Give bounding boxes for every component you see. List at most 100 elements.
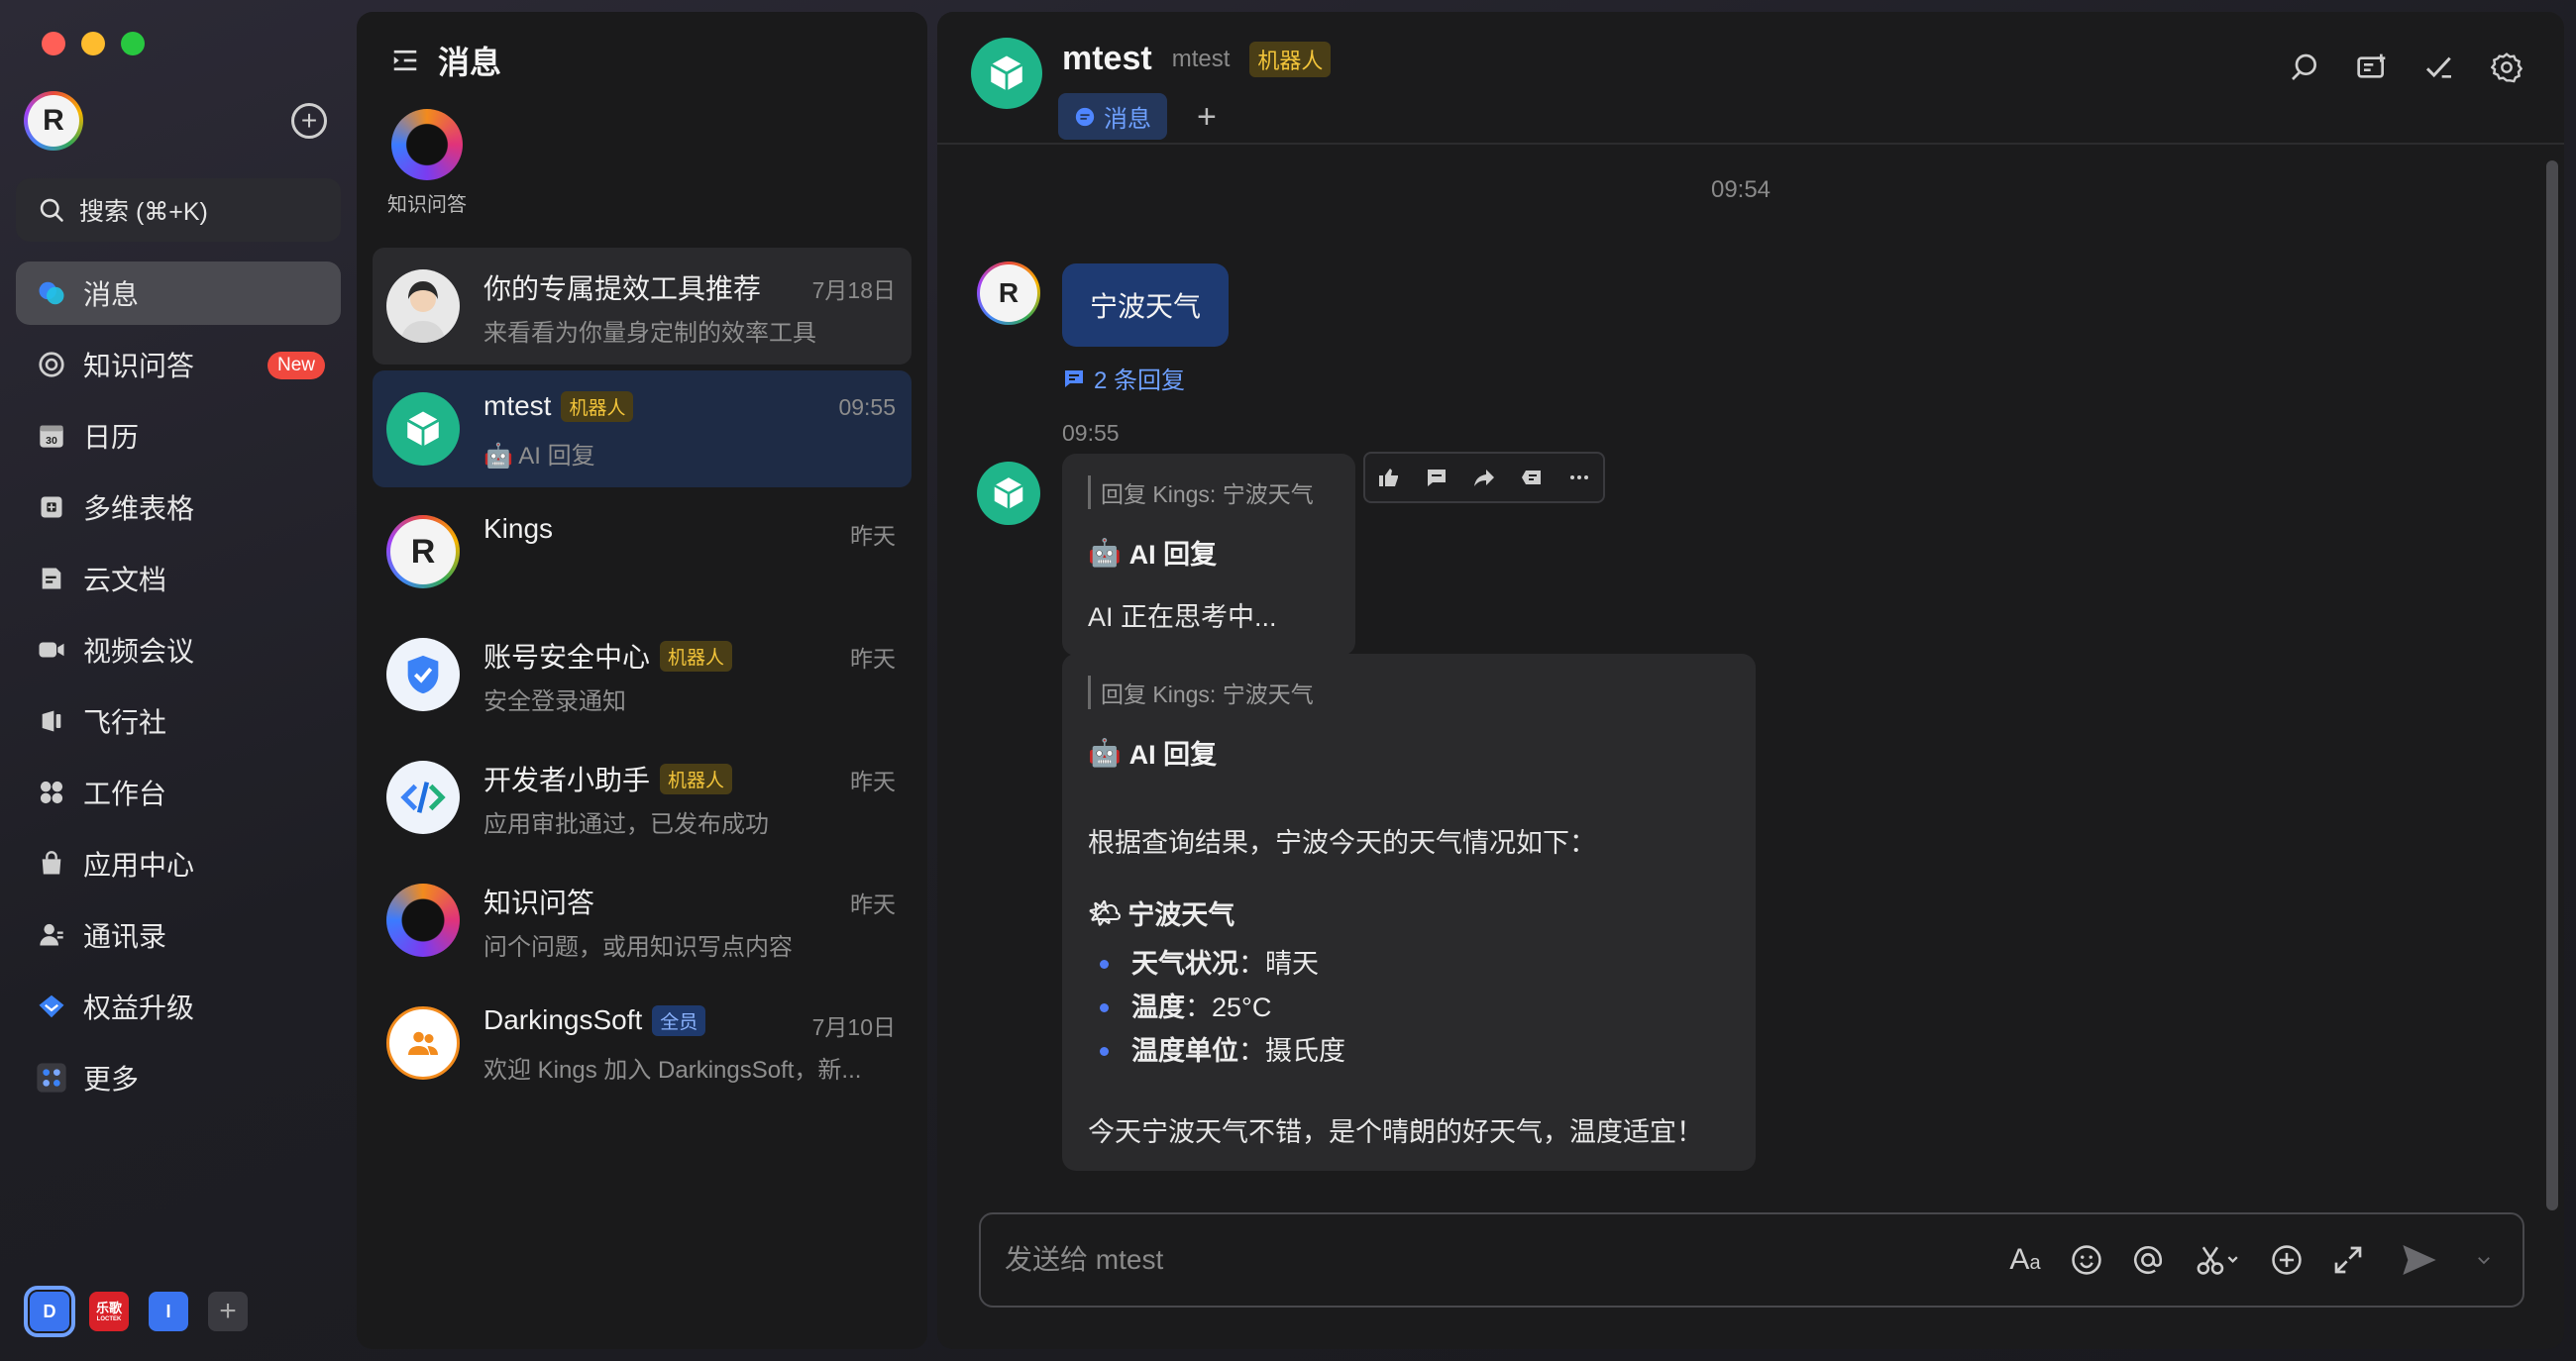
settings-button[interactable] <box>2489 50 2524 85</box>
pinned-knowledge-qa[interactable]: 知识问答 <box>382 109 472 217</box>
nav-item-workbench[interactable]: 工作台 <box>16 761 341 824</box>
conversation-name: 账号安全中心 机器人 <box>483 636 733 676</box>
video-icon <box>36 634 67 666</box>
conversation-name: 知识问答 <box>483 888 595 918</box>
bot-reply-message[interactable]: 回复 Kings: 宁波天气 🤖 AI 回复 AI 正在思考中... <box>1062 454 1355 656</box>
conversation-item[interactable]: R Kings 昨天 <box>373 493 912 610</box>
nav-item-video[interactable]: 视频会议 <box>16 618 341 681</box>
all-members-tag: 全员 <box>652 1004 706 1036</box>
new-badge: New <box>267 352 325 379</box>
minimize-window-button[interactable] <box>81 32 105 55</box>
bot-avatar[interactable] <box>977 462 1040 525</box>
zoom-window-button[interactable] <box>121 32 145 55</box>
user-avatar[interactable]: R <box>24 91 83 151</box>
workspace-loctek[interactable]: 乐歌 LOCTEK <box>89 1292 129 1331</box>
code-icon <box>400 782 446 813</box>
sender-avatar[interactable]: R <box>977 262 1040 325</box>
conversation-name: mtest 机器人 <box>483 390 634 422</box>
conversation-time: 昨天 <box>850 891 896 917</box>
nav-item-docs[interactable]: 云文档 <box>16 547 341 610</box>
mark-done-button[interactable] <box>2421 50 2457 85</box>
send-icon <box>2403 1245 2436 1275</box>
collapse-sidebar-icon[interactable] <box>390 46 420 75</box>
close-window-button[interactable] <box>42 32 65 55</box>
conversation-item[interactable]: 你的专属提效工具推荐 7月18日 来看看为你量身定制的效率工具 <box>373 248 912 365</box>
reply-button[interactable] <box>1413 454 1460 501</box>
expand-editor-button[interactable] <box>2328 1236 2368 1284</box>
user-message[interactable]: 宁波天气 <box>1062 263 1230 347</box>
search-icon <box>40 198 63 222</box>
bot-reply-message[interactable]: 回复 Kings: 宁波天气 🤖 AI 回复 根据查询结果，宁波今天的天气情况如下… <box>1062 654 1756 1171</box>
emoji-button[interactable] <box>2067 1236 2106 1284</box>
chevron-down-icon <box>2478 1257 2490 1265</box>
forward-button[interactable] <box>1460 454 1508 501</box>
chat-name[interactable]: mtest <box>1062 40 1152 78</box>
chat-avatar[interactable] <box>971 38 1042 109</box>
add-member-button[interactable] <box>2354 50 2390 85</box>
thread-replies-link[interactable]: 2 条回复 <box>1062 361 1185 395</box>
nav-item-knowledge[interactable]: 知识问答 New <box>16 333 341 396</box>
send-options-button[interactable] <box>2471 1236 2497 1284</box>
nav-item-label: 日历 <box>83 422 140 453</box>
conversation-preview: 安全登录通知 <box>483 688 626 715</box>
robot-icon: 🤖 <box>1088 537 1122 568</box>
chat-scrollbar[interactable] <box>2546 160 2558 1210</box>
nav-item-contacts[interactable]: 通讯录 <box>16 903 341 967</box>
chat-title: mtest mtest 机器人 <box>1062 40 1332 78</box>
mention-button[interactable] <box>2128 1236 2168 1284</box>
more-actions-button[interactable] <box>1556 454 1603 501</box>
timestamp: 09:54 <box>1710 176 1771 203</box>
tab-label: 消息 <box>1104 106 1151 133</box>
thumbs-up-icon <box>1379 469 1398 486</box>
nav-item-label: 多维表格 <box>83 493 195 524</box>
nav-item-community[interactable]: 飞行社 <box>16 689 341 753</box>
reply-quote: 回复 Kings: 宁波天气 <box>1088 475 1330 509</box>
message-icon <box>36 277 67 309</box>
tab-messages[interactable]: 消息 <box>1058 93 1167 140</box>
thumbs-up-button[interactable] <box>1365 454 1413 501</box>
nav-item-messages[interactable]: 消息 <box>16 262 341 325</box>
conversation-item[interactable]: 知识问答 昨天 问个问题，或用知识写点内容 <box>373 862 912 979</box>
emoji-icon <box>2072 1245 2101 1275</box>
avatar <box>386 761 460 834</box>
avatar <box>386 269 460 343</box>
quote-button[interactable] <box>1508 454 1556 501</box>
search-button[interactable]: 搜索 (⌘+K) <box>16 178 341 242</box>
nav-item-upgrade[interactable]: 权益升级 <box>16 975 341 1038</box>
group-icon <box>408 1031 438 1055</box>
nav-item-base[interactable]: 多维表格 <box>16 475 341 539</box>
conversation-item[interactable]: 开发者小助手 机器人 昨天 应用审批通过，已发布成功 <box>373 739 912 856</box>
conversation-item[interactable]: 账号安全中心 机器人 昨天 安全登录通知 <box>373 616 912 733</box>
workspace-d[interactable]: D <box>24 1286 75 1337</box>
app-window: R + 搜索 (⌘+K) 消息 知识问答 New 30 日历 多维表格 云文档 … <box>0 0 2576 1361</box>
add-tab-button[interactable]: + <box>1197 100 1217 134</box>
ai-thinking-text: AI 正在思考中... <box>1088 602 1277 632</box>
nav-item-app-center[interactable]: 应用中心 <box>16 832 341 895</box>
timestamp: 09:55 <box>1062 420 1120 446</box>
at-icon <box>2134 1246 2163 1274</box>
shield-icon <box>407 655 439 694</box>
screenshot-button[interactable] <box>2190 1236 2245 1284</box>
knowledge-qa-avatar <box>386 884 460 957</box>
conversation-item[interactable]: DarkingsSoft 全员 7月10日 欢迎 Kings 加入 Darkin… <box>373 985 912 1101</box>
conversation-item-active[interactable]: mtest 机器人 09:55 🤖 AI 回复 <box>373 370 912 487</box>
conversation-list: 消息 知识问答 你的专属提效工具推荐 7月18日 来看看为你量身定制的效率工具 … <box>357 12 927 1349</box>
nav-item-more[interactable]: 更多 <box>16 1046 341 1109</box>
workspace-i[interactable]: I <box>149 1292 188 1331</box>
send-button[interactable] <box>2390 1236 2449 1284</box>
more-apps-icon <box>36 1062 67 1094</box>
search-chat-button[interactable] <box>2287 50 2322 85</box>
nav-list: 消息 知识问答 New 30 日历 多维表格 云文档 视频会议 飞行社 工作台 … <box>16 262 341 1117</box>
weather-summary: 今天宁波天气不错，是个晴朗的好天气，温度适宜！ <box>1088 1117 1703 1147</box>
text-format-button[interactable]: Aa <box>2005 1236 2045 1284</box>
add-workspace-button[interactable]: + <box>208 1292 248 1331</box>
attach-plus-button[interactable] <box>2267 1236 2307 1284</box>
chat-panel: mtest mtest 机器人 消息 + 09:54 R 宁波天气 2 条回复 … <box>937 12 2564 1349</box>
add-icon[interactable]: + <box>291 103 327 139</box>
workspace-loctek-label: 乐歌 <box>95 1300 122 1315</box>
conversation-preview: 应用审批通过，已发布成功 <box>483 811 769 838</box>
nav-item-calendar[interactable]: 30 日历 <box>16 404 341 468</box>
message-input[interactable] <box>1005 1244 1976 1276</box>
nav-item-label: 知识问答 <box>83 351 195 381</box>
nav-item-label: 工作台 <box>83 779 167 809</box>
